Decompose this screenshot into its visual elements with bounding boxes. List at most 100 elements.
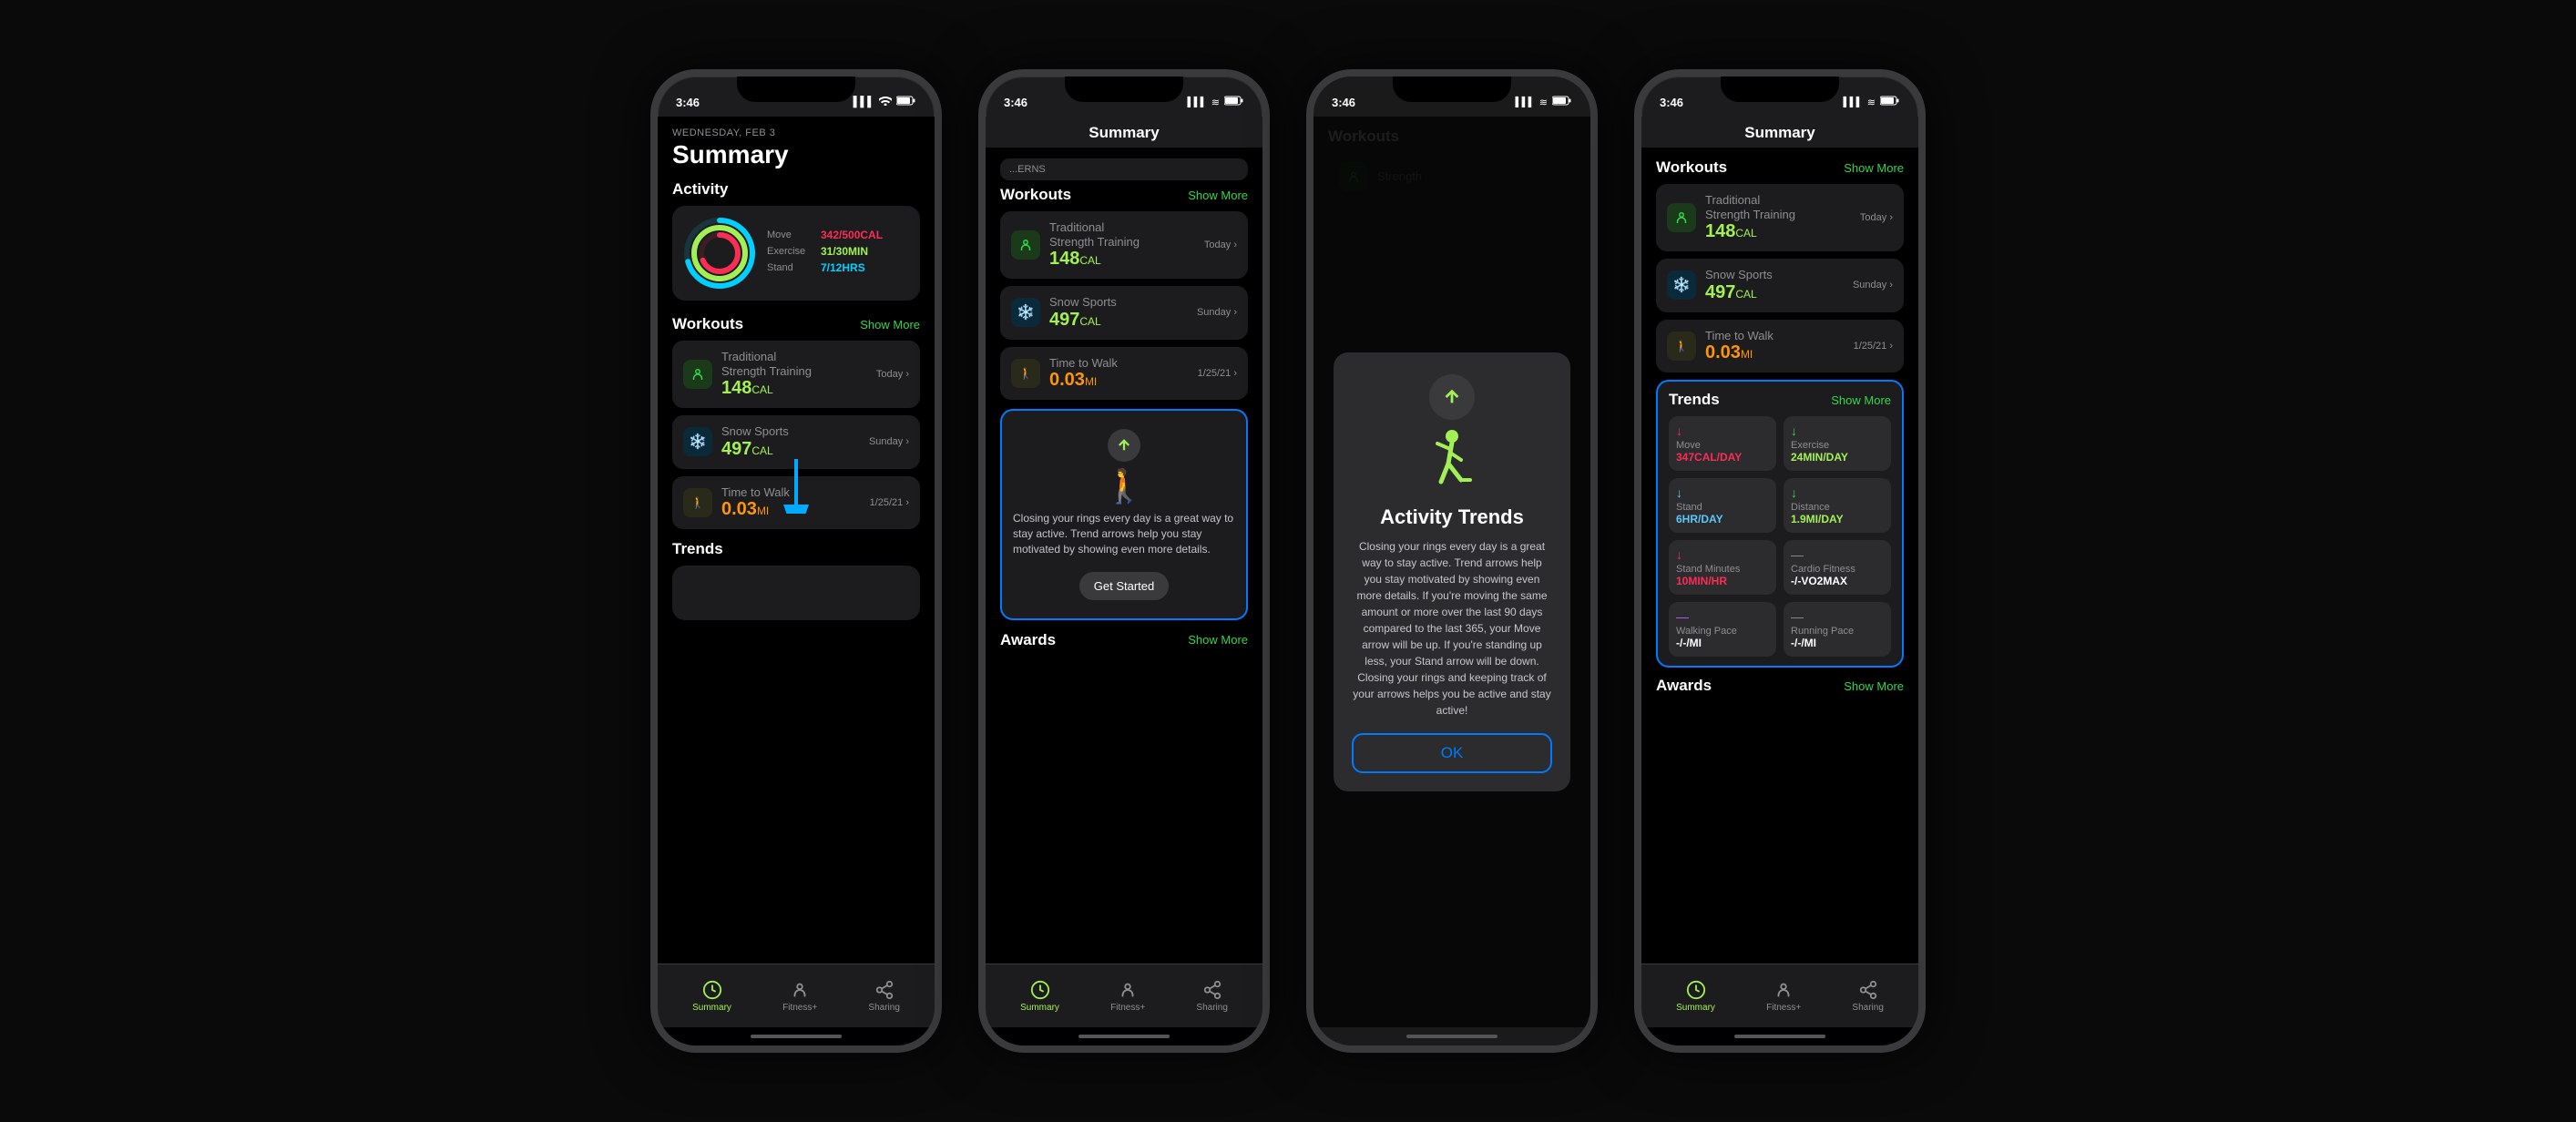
activity-rings-1 xyxy=(683,217,756,290)
trends-title-4: Trends xyxy=(1669,391,1720,409)
walking-pace-arrow-4: — xyxy=(1676,609,1769,624)
trends-description-2: Closing your rings every day is a great … xyxy=(1013,511,1235,556)
walk-icon-2: 🚶 xyxy=(1011,359,1040,388)
trends-card-1 xyxy=(672,566,920,620)
awards-show-more-4[interactable]: Show More xyxy=(1844,679,1904,693)
home-bar-3 xyxy=(1406,1035,1498,1038)
workouts-header-2: Workouts Show More xyxy=(1000,186,1248,204)
stand-stat: Stand 7/12HRS xyxy=(767,261,909,274)
tab-label-sharing-1: Sharing xyxy=(868,1003,899,1013)
workout-item-snow-4[interactable]: ❄️ Snow Sports 497CAL Sunday › xyxy=(1656,259,1904,312)
workout-info-snow-2: Snow Sports 497CAL xyxy=(1049,295,1188,331)
activity-card-1: Move 342/500CAL Exercise 31/30MIN Stand … xyxy=(672,206,920,301)
trends-show-more-4[interactable]: Show More xyxy=(1831,393,1891,407)
tab-fitness-1[interactable]: Fitness+ xyxy=(782,979,817,1013)
workout-info-strength-1: TraditionalStrength Training 148CAL xyxy=(721,350,867,399)
trend-stand-minutes-4: ↓ Stand Minutes 10MIN/HR xyxy=(1669,540,1776,595)
workouts-show-more-1[interactable]: Show More xyxy=(860,318,920,332)
sharing-tab-icon-1 xyxy=(874,979,895,1001)
move-stat: Move 342/500CAL xyxy=(767,229,909,241)
wifi-icon-4: ≋ xyxy=(1867,97,1876,108)
tab-summary-1[interactable]: Summary xyxy=(692,979,731,1013)
trends-arrow-up-2 xyxy=(1108,429,1140,462)
summary-tab-icon-4 xyxy=(1685,979,1707,1001)
scroll-content-4[interactable]: Workouts Show More TraditionalStrength T… xyxy=(1641,148,1918,964)
tab-sharing-1[interactable]: Sharing xyxy=(868,979,899,1013)
trend-walking-pace-4: — Walking Pace -/-/MI xyxy=(1669,602,1776,657)
tab-label-fitness-4: Fitness+ xyxy=(1766,1003,1801,1013)
status-icons-4: ▌▌▌ ≋ xyxy=(1844,96,1900,108)
get-started-button-2[interactable]: Get Started xyxy=(1079,572,1169,600)
trends-card-2[interactable]: 🚶 Closing your rings every day is a grea… xyxy=(1000,409,1248,619)
workout-item-strength-4[interactable]: TraditionalStrength Training 148CAL Toda… xyxy=(1656,184,1904,251)
screen-2: Summary ...ERNS Workouts Show More Tradi… xyxy=(986,117,1262,964)
awards-header-4: Awards Show More xyxy=(1656,677,1904,695)
phone-1: 3:46 ▌▌▌ WEDNESDAY, FEB 3 Summary Activi… xyxy=(650,69,942,1053)
snow-icon-4: ❄️ xyxy=(1667,270,1696,300)
status-time-1: 3:46 xyxy=(676,96,700,109)
workouts-show-more-2[interactable]: Show More xyxy=(1188,189,1248,202)
workout-item-snow-2[interactable]: ❄️ Snow Sports 497CAL Sunday › xyxy=(1000,286,1248,340)
tab-label-sharing-4: Sharing xyxy=(1852,1003,1883,1013)
walk-figure-2: 🚶 xyxy=(1013,467,1235,505)
workout-info-snow-4: Snow Sports 497CAL xyxy=(1705,268,1844,303)
awards-header-2: Awards Show More xyxy=(1000,631,1248,649)
modal-title-3: Activity Trends xyxy=(1352,505,1552,529)
tab-summary-4[interactable]: Summary xyxy=(1676,979,1715,1013)
workout-item-strength-1[interactable]: TraditionalStrength Training 148CAL Toda… xyxy=(672,341,920,408)
summary-tab-icon-1 xyxy=(701,979,723,1001)
get-started-container-2: Get Started xyxy=(1013,565,1235,600)
home-indicator-2 xyxy=(986,1027,1262,1046)
exercise-arrow-4: ↓ xyxy=(1791,423,1884,438)
nav-header-2: Summary xyxy=(986,117,1262,148)
scroll-content-1[interactable]: WEDNESDAY, FEB 3 Summary Activity xyxy=(658,117,935,964)
fitness-tab-icon-2 xyxy=(1117,979,1139,1001)
trend-stand-4: ↓ Stand 6HR/DAY xyxy=(1669,478,1776,533)
workouts-show-more-4[interactable]: Show More xyxy=(1844,161,1904,175)
status-icons-3: ▌▌▌ ≋ xyxy=(1516,96,1572,108)
battery-icon-4 xyxy=(1880,96,1900,108)
workouts-title-4: Workouts xyxy=(1656,158,1727,177)
walk-icon-1: 🚶 xyxy=(683,488,712,517)
battery-icon-1 xyxy=(896,96,916,108)
trend-distance-4: ↓ Distance 1.9MI/DAY xyxy=(1784,478,1891,533)
tab-label-summary-2: Summary xyxy=(1020,1003,1059,1013)
screen-4: Summary Workouts Show More TraditionalSt… xyxy=(1641,117,1918,964)
tab-label-summary-1: Summary xyxy=(692,1003,731,1013)
workout-info-strength-2: TraditionalStrength Training 148CAL xyxy=(1049,220,1195,270)
workout-item-walk-2[interactable]: 🚶 Time to Walk 0.03MI 1/25/21 › xyxy=(1000,347,1248,401)
trends-grid-4: ↓ Move 347CAL/DAY ↓ Exercise 24MIN/DAY ↓… xyxy=(1669,416,1891,657)
tab-sharing-4[interactable]: Sharing xyxy=(1852,979,1883,1013)
strength-icon-1 xyxy=(683,360,712,389)
workout-item-walk-4[interactable]: 🚶 Time to Walk 0.03MI 1/25/21 › xyxy=(1656,320,1904,373)
signal-icon-1: ▌▌▌ xyxy=(854,97,874,107)
workout-info-walk-2: Time to Walk 0.03MI xyxy=(1049,356,1189,392)
tab-sharing-2[interactable]: Sharing xyxy=(1196,979,1227,1013)
battery-icon-2 xyxy=(1224,96,1244,108)
trends-section-header-4: Trends Show More xyxy=(1669,391,1891,409)
sharing-tab-icon-2 xyxy=(1201,979,1223,1001)
trend-exercise-4: ↓ Exercise 24MIN/DAY xyxy=(1784,416,1891,471)
scroll-content-2[interactable]: ...ERNS Workouts Show More TraditionalSt… xyxy=(986,148,1262,964)
home-bar-2 xyxy=(1078,1035,1170,1038)
date-label-1: WEDNESDAY, FEB 3 xyxy=(672,128,920,138)
signal-icon-3: ▌▌▌ xyxy=(1516,97,1535,107)
running-pace-arrow-4: — xyxy=(1791,609,1884,624)
modal-text-3: Closing your rings every day is a great … xyxy=(1352,538,1552,719)
tab-label-fitness-1: Fitness+ xyxy=(782,1003,817,1013)
home-indicator-3 xyxy=(1314,1027,1590,1046)
awards-show-more-2[interactable]: Show More xyxy=(1188,633,1248,647)
workout-item-strength-2[interactable]: TraditionalStrength Training 148CAL Toda… xyxy=(1000,211,1248,279)
modal-overlay-3: Activity Trends Closing your rings every… xyxy=(1314,117,1590,1027)
tab-fitness-2[interactable]: Fitness+ xyxy=(1110,979,1145,1013)
strength-icon-2 xyxy=(1011,230,1040,260)
modal-ok-button-3[interactable]: OK xyxy=(1352,733,1552,773)
notch-1 xyxy=(737,76,855,102)
strength-icon-4 xyxy=(1667,203,1696,232)
tab-fitness-4[interactable]: Fitness+ xyxy=(1766,979,1801,1013)
trend-move-4: ↓ Move 347CAL/DAY xyxy=(1669,416,1776,471)
trends-content-2: 🚶 Closing your rings every day is a grea… xyxy=(1013,422,1235,607)
page-title-1: Summary xyxy=(672,140,920,169)
snow-icon-2: ❄️ xyxy=(1011,298,1040,327)
tab-summary-2[interactable]: Summary xyxy=(1020,979,1059,1013)
